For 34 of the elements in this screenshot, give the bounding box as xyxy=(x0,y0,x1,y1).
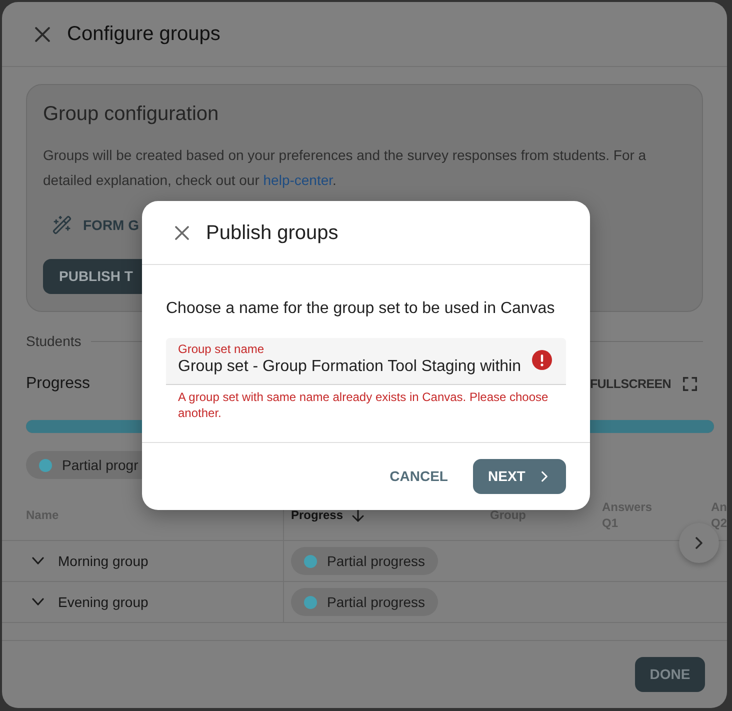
sort-arrow-down-icon[interactable] xyxy=(352,508,364,522)
help-center-link[interactable]: help-center xyxy=(263,172,333,188)
next-button[interactable]: NEXT xyxy=(473,459,566,494)
magic-wand-icon xyxy=(52,215,72,235)
dialog-title: Configure groups xyxy=(67,22,220,47)
dialog-title: Publish groups xyxy=(206,220,338,246)
chevron-down-icon[interactable] xyxy=(32,557,44,565)
text-field[interactable]: Group set name Group set - Group Formation Tool Staging within xyxy=(166,338,566,385)
field-error-message: A group set with same name already exists in Canvas. Please choose another. xyxy=(177,389,550,422)
group-name: Morning group xyxy=(58,552,148,571)
chip-label: Partial progress xyxy=(327,592,426,612)
column-header[interactable]: Progress xyxy=(291,507,344,523)
chevron-right-icon xyxy=(695,537,703,549)
chip-label: Partial progr xyxy=(62,456,138,475)
done-button[interactable]: DONE xyxy=(635,657,705,692)
text-input[interactable]: Group set - Group Formation Tool Staging within xyxy=(178,356,523,378)
chevron-right-icon xyxy=(541,471,548,482)
cancel-button[interactable]: CANCEL xyxy=(382,459,456,494)
form-groups-button[interactable]: FORM G xyxy=(43,207,139,243)
dialog-prompt: Choose a name for the group set to be used in Canvas xyxy=(166,299,556,319)
publish-button[interactable]: PUBLISH T xyxy=(43,259,142,294)
chip-label: Partial progress xyxy=(327,552,426,571)
close-icon[interactable] xyxy=(175,226,189,240)
close-icon[interactable] xyxy=(35,26,50,42)
field-label: Group set name xyxy=(178,342,266,356)
card-title: Group configuration xyxy=(43,102,219,127)
group-name: Evening group xyxy=(58,592,148,612)
error-icon xyxy=(532,350,552,370)
section-title: Progress xyxy=(26,374,90,394)
chevron-down-icon[interactable] xyxy=(32,598,44,606)
card-description: Groups will be created based on your preferences and the survey responses from students. For a detailed explanation, check out our help-center. xyxy=(43,146,648,190)
fullscreen-icon xyxy=(683,377,697,391)
fullscreen-button[interactable]: FULLSCREEN xyxy=(590,374,703,394)
section-label: Students xyxy=(26,332,82,350)
